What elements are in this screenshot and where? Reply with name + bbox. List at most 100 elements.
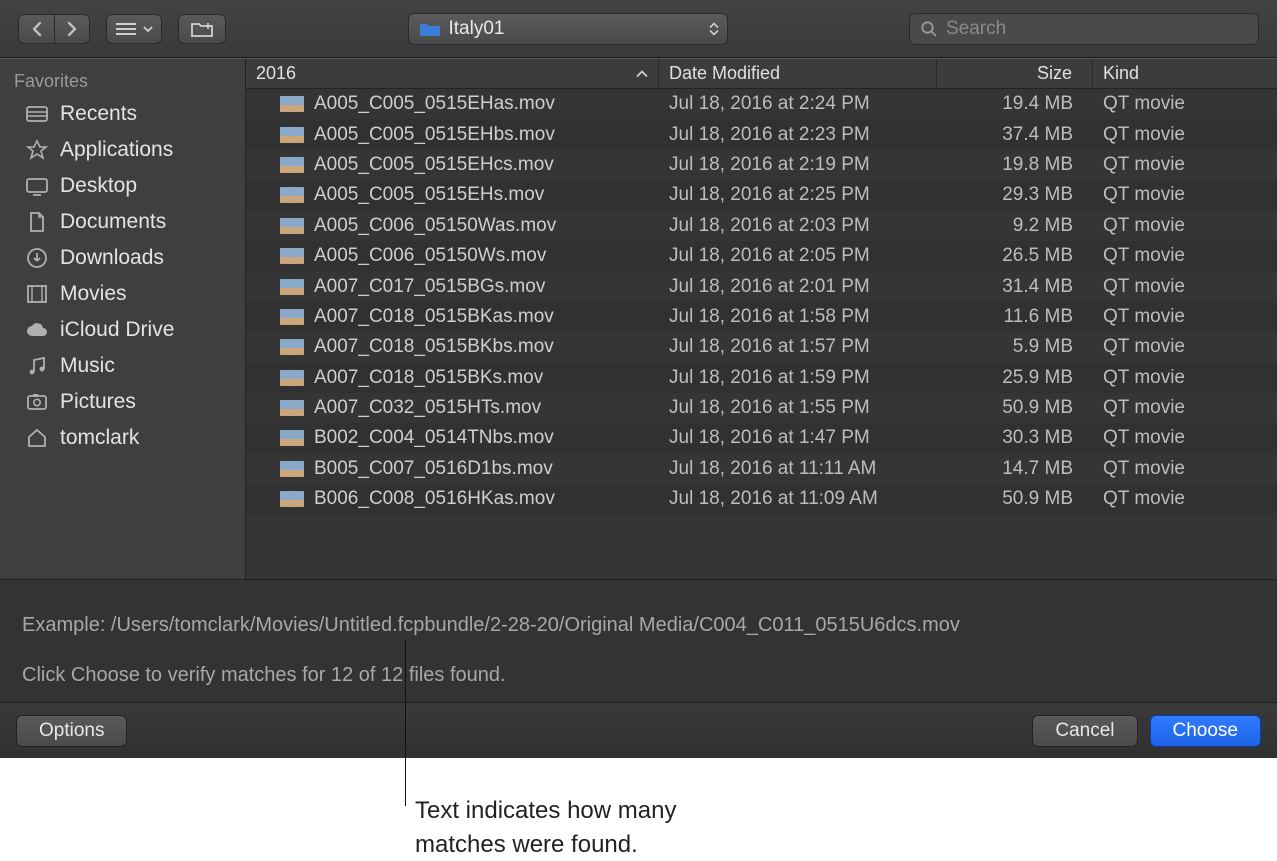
documents-icon: [24, 211, 50, 233]
file-size: 5.9 MB: [937, 336, 1093, 358]
file-row[interactable]: B005_C007_0516D1bs.mov Jul 18, 2016 at 11…: [246, 454, 1277, 484]
file-list: 2016 Date Modified Size Kind A005_C005_0…: [246, 59, 1277, 579]
search-icon: [920, 20, 938, 38]
file-kind: QT movie: [1093, 276, 1277, 298]
file-row[interactable]: A005_C005_0515EHcs.movJul 18, 2016 at 2:…: [246, 150, 1277, 180]
file-size: 25.9 MB: [937, 367, 1093, 389]
file-size: 29.3 MB: [937, 184, 1093, 206]
sidebar-item-documents[interactable]: Documents: [0, 204, 245, 240]
info-panel: Example: /Users/tomclark/Movies/Untitled…: [0, 579, 1277, 702]
choose-button[interactable]: Choose: [1150, 715, 1262, 747]
file-name: B005_C007_0516D1bs.mov: [314, 458, 553, 480]
sidebar-item-downloads[interactable]: Downloads: [0, 240, 245, 276]
sidebar-item-movies[interactable]: Movies: [0, 276, 245, 312]
file-row[interactable]: A007_C032_0515HTs.movJul 18, 2016 at 1:5…: [246, 393, 1277, 423]
match-status-text: Click Choose to verify matches for 12 of…: [22, 660, 1255, 690]
file-size: 30.3 MB: [937, 427, 1093, 449]
file-row[interactable]: A005_C006_05150Ws.movJul 18, 2016 at 2:0…: [246, 241, 1277, 271]
column-header-kind[interactable]: Kind: [1093, 59, 1277, 88]
file-kind: QT movie: [1093, 124, 1277, 146]
file-date: Jul 18, 2016 at 11:11 AM: [659, 458, 937, 480]
sidebar-item-music[interactable]: Music: [0, 348, 245, 384]
sidebar-item-home[interactable]: tomclark: [0, 420, 245, 456]
file-date: Jul 18, 2016 at 1:59 PM: [659, 367, 937, 389]
file-row[interactable]: A005_C005_0515EHs.movJul 18, 2016 at 2:2…: [246, 180, 1277, 210]
file-row[interactable]: B006_C008_0516HKas.movJul 18, 2016 at 11…: [246, 484, 1277, 514]
file-date: Jul 18, 2016 at 1:55 PM: [659, 397, 937, 419]
file-row[interactable]: A007_C018_0515BKas.movJul 18, 2016 at 1:…: [246, 302, 1277, 332]
file-date: Jul 18, 2016 at 2:19 PM: [659, 154, 937, 176]
file-name: A007_C017_0515BGs.mov: [314, 276, 545, 298]
movie-thumbnail-icon: [280, 430, 304, 446]
folder-location-label: Italy01: [449, 18, 505, 40]
movie-thumbnail-icon: [280, 339, 304, 355]
sidebar-item-label: iCloud Drive: [60, 318, 174, 342]
file-size: 14.7 MB: [937, 458, 1093, 480]
movie-thumbnail-icon: [280, 157, 304, 173]
callout-text: Text indicates how many matches were fou…: [415, 794, 676, 861]
movie-thumbnail-icon: [280, 400, 304, 416]
sort-ascending-icon: [636, 63, 648, 84]
movie-thumbnail-icon: [280, 96, 304, 112]
file-name: A005_C005_0515EHas.mov: [314, 93, 555, 115]
sidebar-item-recents[interactable]: Recents: [0, 96, 245, 132]
icloud-icon: [24, 319, 50, 341]
search-input[interactable]: [946, 18, 1248, 40]
file-date: Jul 18, 2016 at 2:01 PM: [659, 276, 937, 298]
file-row[interactable]: A005_C005_0515EHas.movJul 18, 2016 at 2:…: [246, 89, 1277, 119]
new-folder-button[interactable]: [178, 14, 226, 44]
sidebar-item-label: Applications: [60, 138, 173, 162]
sidebar-item-label: Documents: [60, 210, 166, 234]
pictures-icon: [24, 391, 50, 413]
file-size: 31.4 MB: [937, 276, 1093, 298]
file-row[interactable]: A007_C018_0515BKs.mov Jul 18, 2016 at 1:5…: [246, 363, 1277, 393]
sidebar-item-label: Movies: [60, 282, 127, 306]
file-kind: QT movie: [1093, 306, 1277, 328]
file-size: 26.5 MB: [937, 245, 1093, 267]
search-field[interactable]: [909, 13, 1259, 45]
file-row[interactable]: B002_C004_0514TNbs.movJul 18, 2016 at 1:…: [246, 423, 1277, 453]
sidebar-item-apps[interactable]: Applications: [0, 132, 245, 168]
sidebar-item-pictures[interactable]: Pictures: [0, 384, 245, 420]
back-button[interactable]: [18, 14, 54, 44]
sidebar-item-icloud[interactable]: iCloud Drive: [0, 312, 245, 348]
folder-icon: [419, 20, 441, 38]
sidebar: Favorites RecentsApplicationsDesktopDocu…: [0, 59, 246, 579]
chevron-left-icon: [31, 21, 43, 37]
file-name: A007_C018_0515BKs.mov: [314, 367, 543, 389]
desktop-icon: [24, 175, 50, 197]
annotation-area: Text indicates how many matches were fou…: [0, 758, 1277, 859]
file-kind: QT movie: [1093, 427, 1277, 449]
file-kind: QT movie: [1093, 397, 1277, 419]
column-header-name[interactable]: 2016: [246, 59, 659, 88]
file-kind: QT movie: [1093, 93, 1277, 115]
view-mode-button[interactable]: [106, 14, 162, 44]
file-kind: QT movie: [1093, 488, 1277, 510]
column-header-date[interactable]: Date Modified: [659, 59, 937, 88]
downloads-icon: [24, 247, 50, 269]
file-kind: QT movie: [1093, 215, 1277, 237]
cancel-button[interactable]: Cancel: [1032, 715, 1137, 747]
new-folder-icon: [190, 20, 214, 38]
file-chooser-window: Italy01 Favorites RecentsApplicationsDes…: [0, 0, 1277, 758]
file-row[interactable]: A007_C017_0515BGs.mov Jul 18, 2016 at 2:0…: [246, 271, 1277, 301]
column-header-size[interactable]: Size: [937, 59, 1093, 88]
updown-icon: [709, 22, 719, 35]
file-row[interactable]: A007_C018_0515BKbs.movJul 18, 2016 at 1:…: [246, 332, 1277, 362]
forward-button[interactable]: [54, 14, 90, 44]
movie-thumbnail-icon: [280, 461, 304, 477]
folder-location-popup[interactable]: Italy01: [408, 13, 728, 45]
file-date: Jul 18, 2016 at 11:09 AM: [659, 488, 937, 510]
options-button[interactable]: Options: [16, 715, 127, 747]
file-date: Jul 18, 2016 at 2:05 PM: [659, 245, 937, 267]
file-size: 19.8 MB: [937, 154, 1093, 176]
file-name: A005_C006_05150Was.mov: [314, 215, 556, 237]
sidebar-item-desktop[interactable]: Desktop: [0, 168, 245, 204]
file-name: A007_C018_0515BKbs.mov: [314, 336, 554, 358]
file-date: Jul 18, 2016 at 1:47 PM: [659, 427, 937, 449]
music-icon: [24, 355, 50, 377]
file-row[interactable]: A005_C005_0515EHbs.movJul 18, 2016 at 2:…: [246, 119, 1277, 149]
file-row[interactable]: A005_C006_05150Was.movJul 18, 2016 at 2:…: [246, 211, 1277, 241]
recents-icon: [24, 103, 50, 125]
chevron-right-icon: [66, 21, 78, 37]
